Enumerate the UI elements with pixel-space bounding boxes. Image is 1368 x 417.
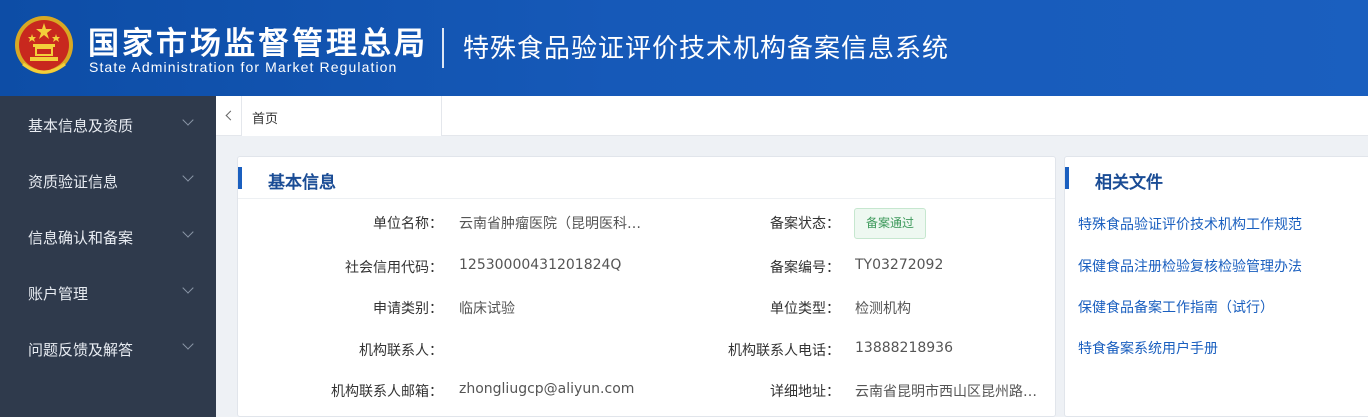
chevron-down-icon [182,170,194,182]
related-docs-card: 相关文件 特殊食品验证评价技术机构工作规范 保健食品注册检验复核检验管理办法 保… [1064,156,1368,417]
card-header: 基本信息 [238,157,1055,199]
info-row: 机构联系人： 机构联系人电话： 13888218936 [238,333,1055,373]
sidebar-item-label: 信息确认和备案 [28,229,134,247]
filing-status-label: 备案状态： [770,216,840,232]
org-name-cn: 国家市场监督管理总局 [88,26,428,62]
sidebar-item-account[interactable]: 账户管理 [0,264,216,320]
address-value: 云南省昆明市西山区昆州路519号 [855,384,1040,400]
header-divider [442,28,444,68]
doc-link-inspection-measures[interactable]: 保健食品注册检验复核检验管理办法 [1078,256,1302,276]
system-title: 特殊食品验证评价技术机构备案信息系统 [463,34,950,64]
contact-email-value: zhongliugcp@aliyun.com [459,381,635,397]
tab-scroll-left-button[interactable] [216,96,242,136]
org-name-en: State Administration for Market Regulati… [89,59,398,75]
unit-type-value: 检测机构 [855,301,911,317]
sidebar-item-label: 问题反馈及解答 [28,341,134,359]
basic-info-card: 基本信息 单位名称： 云南省肿瘤医院（昆明医科大学第三附属医院） 备案状态： 备… [237,156,1056,417]
unit-type-label: 单位类型： [770,301,840,317]
address-label: 详细地址： [770,384,840,400]
filing-number-label: 备案编号： [770,260,840,276]
title-accent-bar [1065,167,1069,189]
sidebar-item-confirm-filing[interactable]: 信息确认和备案 [0,208,216,264]
sidebar-item-basic-info[interactable]: 基本信息及资质 [0,96,216,152]
info-row: 机构联系人邮箱： zhongliugcp@aliyun.com 详细地址： 云南… [238,375,1055,415]
related-docs-title: 相关文件 [1095,173,1163,193]
national-emblem-icon [15,16,73,74]
contact-phone-label: 机构联系人电话： [728,343,840,359]
title-accent-bar [238,167,242,189]
sidebar-item-label: 资质验证信息 [28,173,119,191]
filing-number-value: TY03272092 [855,257,944,273]
sidebar: 基本信息及资质 资质验证信息 信息确认和备案 账户管理 问题反馈及解答 [0,96,216,417]
sidebar-item-qualification-verify[interactable]: 资质验证信息 [0,152,216,208]
contact-person-label: 机构联系人： [359,343,443,359]
chevron-down-icon [182,282,194,294]
sidebar-item-feedback[interactable]: 问题反馈及解答 [0,320,216,376]
chevron-down-icon [182,338,194,350]
info-row: 单位名称： 云南省肿瘤医院（昆明医科大学第三附属医院） 备案状态： [238,203,1055,243]
tab-home-label: 首页 [252,112,279,127]
chevron-left-icon [225,110,236,121]
doc-link-work-standard[interactable]: 特殊食品验证评价技术机构工作规范 [1078,214,1302,234]
card-header: 相关文件 [1065,157,1368,199]
credit-code-value: 12530000431201824Q [459,257,622,273]
sidebar-item-label: 基本信息及资质 [28,117,134,135]
chevron-down-icon [182,114,194,126]
unit-name-label: 单位名称： [373,216,443,232]
application-category-value: 临床试验 [459,301,515,317]
chevron-down-icon [182,226,194,238]
header-banner: 国家市场监督管理总局 State Administration for Mark… [0,0,1368,96]
doc-link-user-manual[interactable]: 特食备案系统用户手册 [1078,338,1218,358]
status-badge: 备案通过 [854,208,927,239]
contact-phone-value: 13888218936 [855,340,953,356]
doc-link-filing-guide[interactable]: 保健食品备案工作指南（试行） [1078,297,1274,317]
application-category-label: 申请类别： [373,301,443,317]
tab-bar: 首页 [216,96,1368,136]
unit-name-value: 云南省肿瘤医院（昆明医科大学第三附属医院） [459,216,649,232]
basic-info-title: 基本信息 [268,173,336,193]
credit-code-label: 社会信用代码： [345,260,443,276]
sidebar-item-label: 账户管理 [28,285,89,303]
info-row: 社会信用代码： 12530000431201824Q 备案编号： TY03272… [238,249,1055,289]
contact-email-label: 机构联系人邮箱： [331,384,443,400]
tab-home[interactable]: 首页 [242,96,442,136]
info-row: 申请类别： 临床试验 单位类型： 检测机构 [238,291,1055,331]
